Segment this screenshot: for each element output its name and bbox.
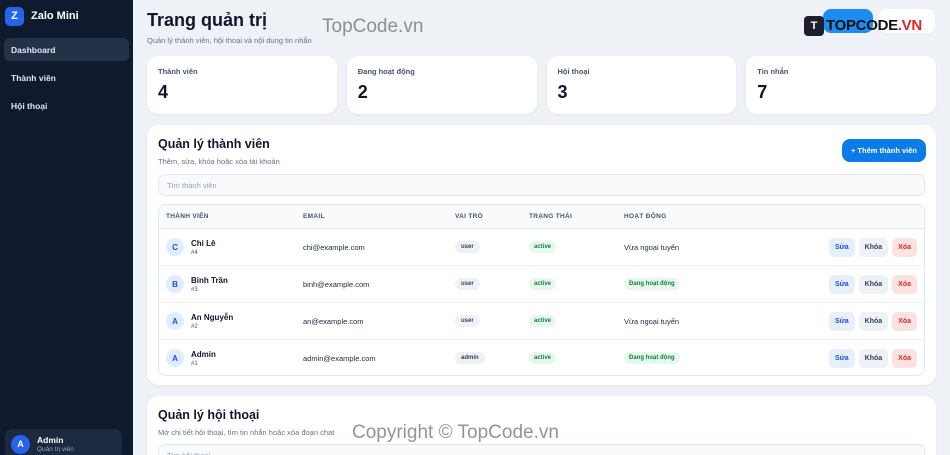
- sidebar-nav: Dashboard Thành viên Hội thoại: [0, 32, 133, 128]
- member-email: chi@example.com: [303, 242, 365, 252]
- status-badge: active: [529, 241, 557, 253]
- brand-logo: Z: [5, 6, 24, 26]
- stat-card-conversations: Hội thoại 3: [546, 56, 737, 114]
- conversations-panel: Quản lý hội thoại Mở chi tiết hội thoại,…: [147, 396, 936, 455]
- logo-text: TOPCODE.VN: [826, 17, 922, 34]
- column-header-status: TRẠNG THÁI: [529, 213, 573, 220]
- lock-button[interactable]: Khóa: [858, 274, 889, 294]
- brand-name: Zalo Mini: [31, 10, 79, 22]
- user-role: Quản trị viên: [37, 446, 74, 453]
- brand: Z Zalo Mini: [0, 0, 133, 32]
- stat-value: 7: [757, 82, 768, 102]
- activity-text: Vừa ngoại tuyến: [624, 242, 680, 252]
- logo-text-main: TOPCODE: [826, 17, 898, 34]
- stat-label: Tin nhắn: [757, 67, 789, 76]
- stat-value: 4: [158, 82, 169, 102]
- column-header-member: THÀNH VIÊN: [166, 213, 209, 220]
- role-badge: user: [455, 241, 480, 253]
- member-search-input[interactable]: [158, 174, 925, 196]
- status-badge: active: [529, 315, 557, 327]
- delete-button[interactable]: Xóa: [892, 237, 917, 257]
- members-panel: Quản lý thành viên Thêm, sửa, khóa hoặc …: [147, 125, 936, 385]
- stat-card-members: Thành viên 4: [147, 56, 337, 114]
- member-name: An Nguyễn: [191, 312, 234, 322]
- member-name: Admin: [191, 349, 216, 359]
- topcode-logo-icon: T: [804, 15, 824, 36]
- avatar: B: [166, 275, 184, 293]
- avatar: C: [166, 238, 184, 256]
- member-id: #4: [191, 249, 198, 256]
- conversation-search-input[interactable]: [158, 444, 925, 455]
- activity-text: Vừa ngoại tuyến: [624, 316, 680, 326]
- member-email: admin@example.com: [303, 353, 376, 363]
- stat-card-active: Đang hoạt động 2: [346, 56, 537, 114]
- column-header-email: EMAIL: [303, 213, 325, 220]
- user-name: Admin: [37, 435, 64, 445]
- edit-button[interactable]: Sửa: [829, 348, 855, 368]
- conversations-subtitle: Mở chi tiết hội thoại, tìm tin nhắn hoặc…: [158, 428, 335, 437]
- stat-value: 2: [357, 82, 368, 102]
- member-name: Bình Trần: [191, 275, 228, 285]
- activity-badge: Đang hoạt động: [624, 278, 680, 290]
- sidebar-item-dashboard[interactable]: Dashboard: [4, 38, 129, 61]
- member-name: Chi Lê: [191, 238, 216, 248]
- stat-label: Hội thoại: [557, 67, 590, 76]
- status-badge: active: [529, 278, 557, 290]
- members-subtitle: Thêm, sửa, khóa hoặc xóa tài khoản: [158, 157, 280, 166]
- lock-button[interactable]: Khóa: [858, 237, 889, 257]
- sidebar-item-conversations[interactable]: Hội thoại: [4, 94, 129, 117]
- delete-button[interactable]: Xóa: [892, 348, 917, 368]
- activity-badge: Đang hoạt động: [624, 352, 680, 364]
- member-email: an@example.com: [303, 316, 364, 326]
- add-member-button[interactable]: + Thêm thành viên: [841, 139, 926, 162]
- user-card[interactable]: A Admin Quản trị viên: [5, 429, 122, 455]
- lock-button[interactable]: Khóa: [858, 348, 889, 368]
- members-table: THÀNH VIÊN EMAIL VAI TRÒ TRẠNG THÁI HOẠT…: [158, 204, 925, 376]
- member-email: binh@example.com: [303, 279, 370, 289]
- avatar: A: [166, 312, 184, 330]
- table-row: A Admin #1 admin@example.com admin activ…: [159, 340, 924, 375]
- stat-label: Đang hoạt động: [357, 67, 415, 76]
- members-title: Quản lý thành viên: [158, 137, 270, 151]
- table-row: A An Nguyễn #2 an@example.com user activ…: [159, 303, 924, 340]
- watermark-logo: T TOPCODE.VN: [804, 14, 930, 37]
- stats-row: Thành viên 4 Đang hoạt động 2 Hội thoại …: [147, 56, 936, 114]
- member-id: #2: [191, 323, 198, 330]
- table-header: THÀNH VIÊN EMAIL VAI TRÒ TRẠNG THÁI HOẠT…: [159, 205, 924, 229]
- sidebar: Z Zalo Mini Dashboard Thành viên Hội tho…: [0, 0, 133, 455]
- status-badge: active: [529, 352, 557, 364]
- avatar: A: [166, 349, 184, 367]
- page-subtitle: Quản lý thành viên, hội thoại và nội dun…: [147, 36, 312, 45]
- lock-button[interactable]: Khóa: [858, 311, 889, 331]
- edit-button[interactable]: Sửa: [829, 311, 855, 331]
- role-badge: admin: [455, 352, 485, 364]
- delete-button[interactable]: Xóa: [892, 311, 917, 331]
- edit-button[interactable]: Sửa: [829, 274, 855, 294]
- table-row: B Bình Trần #3 binh@example.com user act…: [159, 266, 924, 303]
- edit-button[interactable]: Sửa: [829, 237, 855, 257]
- table-row: C Chi Lê #4 chi@example.com user active …: [159, 229, 924, 266]
- member-id: #1: [191, 360, 198, 367]
- page-title: Trang quản trị: [147, 10, 268, 30]
- role-badge: user: [455, 278, 480, 290]
- main-content: Trang quản trị Quản lý thành viên, hội t…: [133, 0, 950, 455]
- column-header-role: VAI TRÒ: [455, 213, 483, 220]
- sidebar-item-members[interactable]: Thành viên: [4, 66, 129, 89]
- logo-text-suffix: .VN: [897, 17, 922, 34]
- avatar: A: [11, 434, 30, 454]
- stat-card-messages: Tin nhắn 7: [746, 56, 936, 114]
- column-header-activity: HOẠT ĐỘNG: [624, 213, 667, 220]
- role-badge: user: [455, 315, 480, 327]
- member-id: #3: [191, 286, 198, 293]
- delete-button[interactable]: Xóa: [892, 274, 917, 294]
- stat-label: Thành viên: [158, 67, 198, 76]
- stat-value: 3: [557, 82, 568, 102]
- conversations-title: Quản lý hội thoại: [158, 408, 260, 422]
